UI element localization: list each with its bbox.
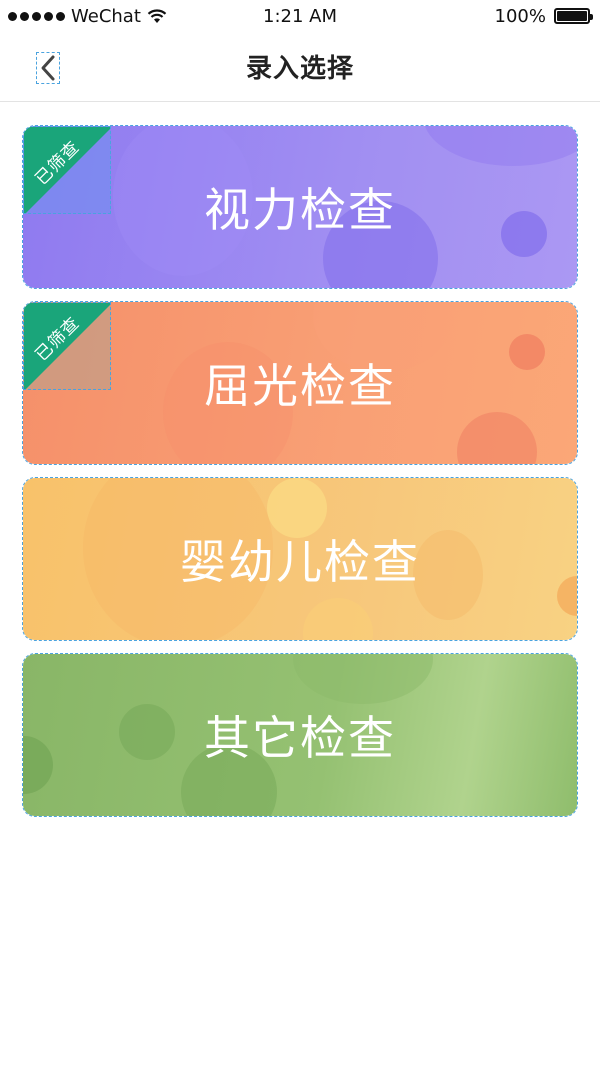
screened-ribbon: 已筛查 [23, 302, 111, 390]
status-bar: WeChat 1:21 AM 100% [0, 0, 600, 32]
status-left: WeChat [8, 6, 167, 27]
battery-icon [554, 8, 593, 24]
chevron-left-icon [41, 55, 55, 81]
card-vision-exam[interactable]: 已筛查 视力检查 [22, 125, 578, 289]
card-other-exam[interactable]: 其它检查 [22, 653, 578, 817]
card-label: 视力检查 [204, 183, 396, 237]
screened-ribbon: 已筛查 [23, 126, 111, 214]
signal-dots-icon [8, 11, 65, 21]
carrier-name: WeChat [71, 5, 141, 27]
nav-bar: 录入选择 [0, 32, 600, 102]
page-title: 录入选择 [245, 54, 354, 84]
exam-card-list: 已筛查 视力检查 已筛查 屈光检查 婴幼儿检查 其它检查 [22, 125, 578, 830]
card-infant-exam[interactable]: 婴幼儿检查 [22, 477, 578, 641]
card-label: 屈光检查 [204, 359, 396, 413]
card-refraction-exam[interactable]: 已筛查 屈光检查 [22, 301, 578, 465]
card-label: 婴幼儿检查 [180, 535, 420, 589]
wifi-icon [147, 9, 167, 23]
status-right: 100% [494, 5, 593, 27]
back-button[interactable] [36, 52, 60, 84]
card-label: 其它检查 [204, 711, 396, 765]
battery-percent: 100% [494, 5, 546, 27]
